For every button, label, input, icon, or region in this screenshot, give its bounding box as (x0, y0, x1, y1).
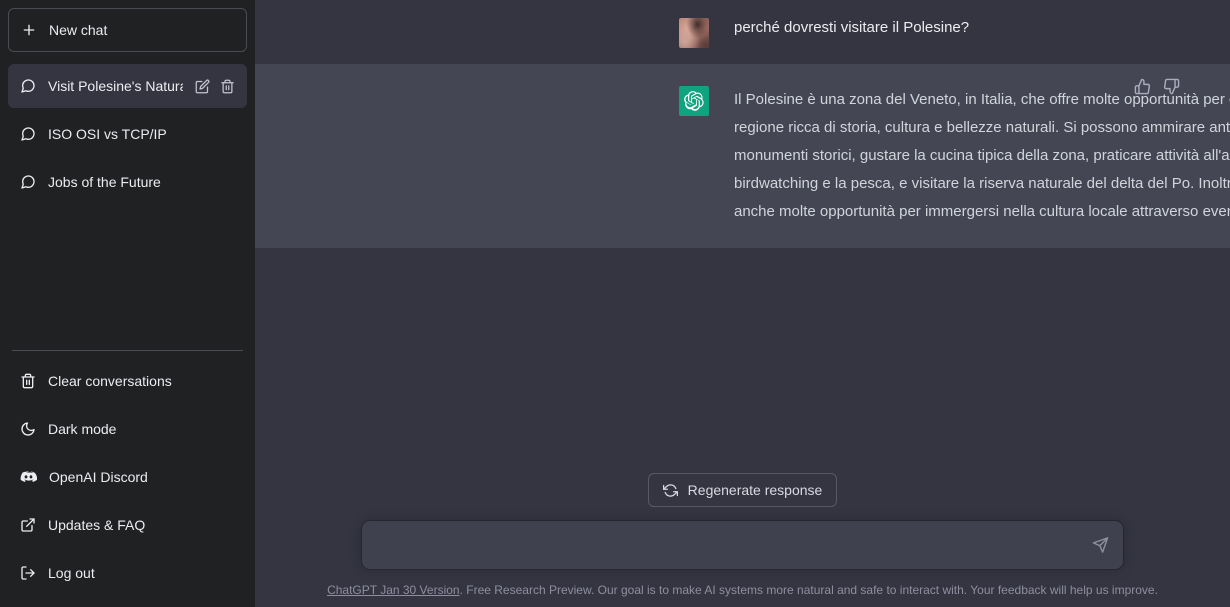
chatgpt-logo-icon (679, 86, 709, 116)
input-wrapper (255, 521, 1230, 569)
avatar (679, 18, 709, 48)
sidebar: New chat Visit Polesine's Natural ISO OS… (0, 0, 255, 607)
new-chat-button[interactable]: New chat (8, 8, 247, 52)
menu-item-label: Clear conversations (48, 373, 172, 389)
user-message-text: perché dovresti visitare il Polesine? (734, 19, 970, 36)
version-link[interactable]: ChatGPT Jan 30 Version (327, 583, 460, 597)
menu-item-log-out[interactable]: Log out (8, 549, 247, 597)
refresh-icon (662, 483, 678, 498)
menu-item-openai-discord[interactable]: OpenAI Discord (8, 453, 247, 501)
chatgpt-app: New chat Visit Polesine's Natural ISO OS… (0, 0, 1230, 607)
message-thread: perché dovresti visitare il Polesine? Il… (255, 0, 1230, 248)
trash-icon (20, 373, 36, 389)
composer-area: Regenerate response ChatGPT Jan 30 Versi… (255, 473, 1230, 607)
external-link-icon (20, 517, 36, 533)
chat-bubble-icon (20, 174, 36, 190)
main-content: perché dovresti visitare il Polesine? Il… (255, 0, 1230, 607)
thumbs-up-icon[interactable] (1132, 76, 1153, 97)
menu-item-label: Log out (48, 565, 95, 581)
menu-item-updates-and-faq[interactable]: Updates & FAQ (8, 501, 247, 549)
message-input-box[interactable] (362, 521, 1123, 569)
avatar-column (679, 18, 709, 48)
sidebar-item-jobs-of-the-future[interactable]: Jobs of the Future (8, 160, 247, 204)
message-row-user: perché dovresti visitare il Polesine? (255, 0, 1230, 64)
plus-icon (21, 22, 37, 38)
chat-bubble-icon (20, 126, 36, 142)
logout-icon (20, 565, 36, 581)
menu-item-label: Updates & FAQ (48, 517, 146, 533)
sidebar-divider (12, 350, 243, 351)
message-inner: perché dovresti visitare il Polesine? (255, 0, 1230, 64)
message-inner: Il Polesine è una zona del Veneto, in It… (255, 64, 1230, 248)
message-row-assistant: Il Polesine è una zona del Veneto, in It… (255, 64, 1230, 248)
conversation-title: Visit Polesine's Natural (48, 78, 183, 94)
menu-item-label: Dark mode (48, 421, 117, 437)
message-feedback-actions (1132, 76, 1182, 97)
sidebar-item-visit-polesines-natural[interactable]: Visit Polesine's Natural (8, 64, 247, 108)
conversation-title: Jobs of the Future (48, 174, 161, 190)
assistant-message-text: Il Polesine è una zona del Veneto, in It… (734, 91, 1230, 220)
conversation-actions (195, 79, 235, 94)
trash-icon[interactable] (220, 79, 235, 94)
menu-item-label: OpenAI Discord (49, 469, 148, 485)
regenerate-wrapper: Regenerate response (255, 473, 1230, 507)
regenerate-label: Regenerate response (687, 482, 823, 498)
send-icon[interactable] (1090, 535, 1111, 556)
conversation-list: Visit Polesine's Natural ISO OSI vs TCP/… (8, 64, 247, 204)
discord-icon (20, 469, 37, 486)
thumbs-down-icon[interactable] (1161, 76, 1182, 97)
new-chat-label: New chat (49, 22, 108, 38)
moon-icon (20, 421, 36, 437)
message-input[interactable] (378, 521, 1077, 569)
avatar-column (679, 86, 709, 226)
footer-disclaimer: ChatGPT Jan 30 Version. Free Research Pr… (255, 569, 1230, 607)
conversation-title: ISO OSI vs TCP/IP (48, 126, 167, 142)
sidebar-item-iso-osi-vs-tcp-ip[interactable]: ISO OSI vs TCP/IP (8, 112, 247, 156)
disclaimer-text: . Free Research Preview. Our goal is to … (459, 583, 1158, 597)
chat-bubble-icon (20, 78, 36, 94)
sidebar-menu: Clear conversations Dark mode OpenAI Dis… (8, 357, 247, 599)
menu-item-dark-mode[interactable]: Dark mode (8, 405, 247, 453)
edit-icon[interactable] (195, 79, 210, 94)
menu-item-clear-conversations[interactable]: Clear conversations (8, 357, 247, 405)
regenerate-response-button[interactable]: Regenerate response (647, 473, 838, 507)
